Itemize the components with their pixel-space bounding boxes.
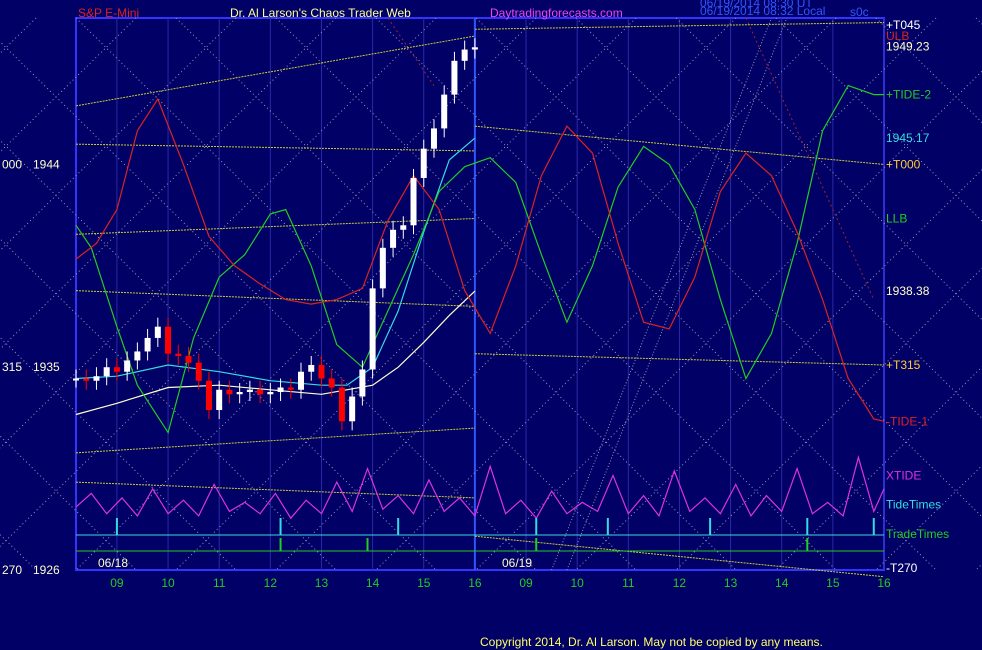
date-label-1: 06/19	[502, 556, 532, 570]
right-label-3: +TIDE-2	[886, 88, 931, 102]
x-tick-label-9: 10	[570, 576, 584, 590]
price-bar-body-7	[144, 337, 151, 352]
right-label-5: +T000	[886, 157, 921, 171]
price-bar-body-4	[113, 367, 120, 372]
price-bar-body-6	[134, 351, 141, 361]
price-bar-body-12	[195, 362, 202, 381]
price-bar-body-13	[205, 380, 212, 411]
right-label-6: LLB	[886, 212, 907, 226]
price-bar-body-22	[298, 371, 305, 390]
price-bar-body-16	[236, 392, 243, 395]
price-bar-body-15	[226, 389, 233, 395]
price-bar-body-1	[83, 378, 90, 381]
price-bar-body-31	[390, 229, 397, 248]
price-bar-body-21	[287, 387, 294, 390]
right-label-7: 1938.38	[886, 284, 930, 298]
x-tick-label-14: 15	[826, 576, 840, 590]
x-tick-label-8: 09	[519, 576, 533, 590]
site-url: Daytradingforecasts.com	[490, 6, 623, 20]
right-label-8: +T315	[886, 358, 921, 372]
price-bar-body-32	[400, 225, 407, 230]
price-bar-body-19	[267, 392, 274, 395]
price-bar-body-27	[349, 396, 356, 422]
x-tick-label-2: 11	[213, 576, 226, 590]
x-tick-label-7: 16	[468, 576, 482, 590]
price-bar-body-0	[73, 378, 79, 381]
price-bar-body-18	[257, 389, 264, 395]
right-label-13: -T270	[886, 561, 918, 575]
x-tick-label-0: 09	[110, 576, 124, 590]
price-bar-body-29	[369, 288, 376, 370]
copyright: Copyright 2014, Dr. Al Larson. May not b…	[480, 635, 823, 649]
corner-label: s0c	[850, 5, 869, 19]
x-tick-label-1: 10	[161, 576, 175, 590]
x-tick-label-11: 12	[673, 576, 687, 590]
x-tick-label-10: 11	[622, 576, 635, 590]
right-label-2: 1949.23	[886, 40, 930, 54]
x-tick-label-12: 13	[724, 576, 738, 590]
y-tick-label-2: 1926	[33, 563, 60, 577]
price-bar-body-26	[338, 387, 345, 422]
x-tick-label-6: 15	[417, 576, 431, 590]
price-bar-body-36	[441, 94, 448, 129]
x-tick-label-15: 16	[877, 576, 891, 590]
price-bar-body-8	[154, 326, 161, 338]
timestamp-local: 06/19/2014 08:32 Local	[700, 4, 825, 18]
x-tick-label-13: 14	[775, 576, 789, 590]
price-bar-body-10	[175, 353, 182, 356]
y-tick-label-0: 1944	[33, 157, 60, 171]
y-prefix-label-1: 315	[2, 360, 22, 374]
y-prefix-label-0: 000	[2, 157, 22, 171]
price-bar-body-23	[308, 364, 315, 372]
x-tick-label-5: 14	[366, 576, 380, 590]
price-bar-body-25	[328, 378, 335, 388]
price-bar-body-30	[379, 247, 386, 289]
site-title: Dr. Al Larson's Chaos Trader Web	[230, 6, 411, 20]
y-tick-label-1: 1935	[33, 360, 60, 374]
instrument-title: S&P E-Mini	[78, 6, 139, 20]
price-bar-body-24	[318, 364, 325, 379]
y-prefix-label-2: 270	[2, 563, 22, 577]
price-bar-body-14	[216, 389, 223, 411]
x-tick-label-4: 13	[315, 576, 329, 590]
price-bar-body-17	[246, 389, 253, 393]
price-bar-body-20	[277, 387, 284, 393]
x-tick-label-3: 12	[264, 576, 278, 590]
price-bar-body-28	[359, 369, 366, 397]
chart: 09 10 11 12 13 14 15 16 09 10 11 12 13 14 15 16 06/18 06/…	[0, 0, 982, 650]
price-bar-body-33	[410, 177, 417, 226]
right-label-10: XTIDE	[886, 468, 921, 482]
price-bar-body-3	[103, 367, 110, 377]
price-bar-body-35	[430, 128, 437, 149]
price-bar-body-38	[461, 49, 468, 61]
price-bar-body-39	[471, 47, 478, 50]
price-bar-body-34	[420, 148, 427, 178]
right-label-9: -TIDE-1	[886, 414, 928, 428]
price-bar-body-2	[93, 376, 100, 381]
price-bar-body-9	[165, 326, 172, 354]
right-label-11: TideTimes	[886, 498, 941, 512]
right-label-12: TradeTimes	[886, 527, 949, 541]
price-bar-body-37	[451, 60, 458, 95]
right-label-4: 1945.17	[886, 131, 930, 145]
date-label-0: 06/18	[98, 556, 128, 570]
price-bar-body-11	[185, 355, 192, 363]
price-bar-body-5	[124, 360, 131, 372]
